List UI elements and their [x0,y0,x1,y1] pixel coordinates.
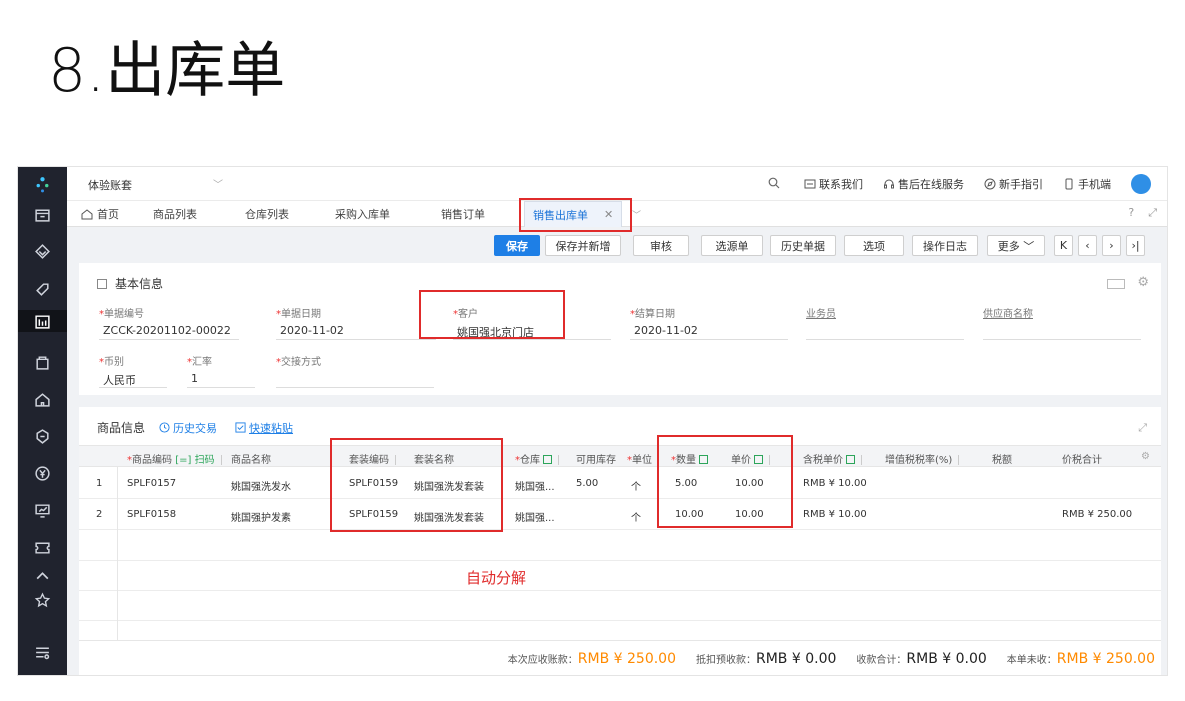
help-icon[interactable]: ? [1128,206,1134,220]
next-page-button[interactable]: › [1102,235,1121,256]
th-tax: 税额 [992,455,1012,466]
receivable-summary: 本次应收账款： RMB ¥ 250.00 [507,651,676,667]
slide-title: 8.出库单 [48,36,286,106]
chevron-down-icon[interactable]: ﹀ [213,176,223,191]
check-box-icon [235,422,246,433]
th-unit: *单位 [627,455,652,466]
tabs-dropdown-icon[interactable]: ﹀ [632,208,641,221]
operation-log-button[interactable]: 操作日志 [912,235,978,256]
bag-icon[interactable] [18,351,67,373]
search-icon[interactable] [768,177,780,192]
supplier-field[interactable]: 供应商名称 [983,305,1141,340]
basic-info-title[interactable]: 基本信息 [97,275,163,292]
goods-info-title: 商品信息 [97,421,146,435]
home-icon[interactable] [18,388,67,410]
th-set-code: 套装编码 [349,451,396,466]
app-window: 体验账套 ﹀ 联系我们 售后在线服务 新手指引 手机端 首页 商品列表 仓库列表… [17,166,1168,676]
mobile-link[interactable]: 手机端 [1063,176,1111,192]
settle-date-field[interactable]: *结算日期 2020-11-02 [630,305,788,340]
th-name: 商品名称 [231,455,271,466]
tab-purchase-in[interactable]: 采购入库单 [335,201,390,227]
th-warehouse: *仓库 [515,451,559,466]
diamond-icon[interactable] [18,240,67,262]
first-page-button[interactable]: K [1054,235,1073,256]
more-button[interactable]: 更多 ﹀ [987,235,1045,256]
th-price: 单价 [731,451,770,466]
table-row[interactable]: 2 SPLF0158 姚国强护发素 SPLF0159 姚国强洗发套装 姚国强..… [79,499,1161,530]
store-icon[interactable] [18,203,67,225]
chevron-up-icon[interactable] [18,565,67,587]
quick-paste-link[interactable]: 快速粘贴 [235,420,293,436]
currency-field[interactable]: *币别 人民币 [99,353,167,388]
history-docs-button[interactable]: 历史单据 [770,235,836,256]
badge-icon[interactable] [18,425,67,447]
scan-icon[interactable]: [=] [175,455,191,466]
toolbar: 保存 保存并新增 审核 选源单 历史单据 选项 操作日志 更多 ﹀ K ‹ › … [67,227,1167,263]
audit-button[interactable]: 审核 [633,235,689,256]
tab-sales-order[interactable]: 销售订单 [441,201,485,227]
basic-info-card: 基本信息 ⚙ *单据编号 ZCCK-20201102-00022 *单据日期 2… [79,263,1161,395]
options-button[interactable]: 选项 [844,235,904,256]
received-summary: 收款合计： RMB ¥ 0.00 [856,651,987,667]
tab-warehouse-list[interactable]: 仓库列表 [245,201,289,227]
history-trade-link[interactable]: 历史交易 [159,420,217,436]
customer-field[interactable]: *客户 姚国强北京门店 [453,305,611,340]
table-row[interactable]: 1 SPLF0157 姚国强洗发水 SPLF0159 姚国强洗发套装 姚国强..… [79,468,1161,499]
account-selector[interactable]: 体验账套 [88,177,132,193]
select-source-button[interactable]: 选源单 [701,235,763,256]
guide-link[interactable]: 新手指引 [984,176,1043,192]
annotation-label: 自动分解 [466,569,527,587]
th-tax-price: 含税单价 [803,451,862,466]
ticket-icon[interactable] [18,536,67,558]
summary-bar: 本次应收账款： RMB ¥ 250.00 抵扣预收款： RMB ¥ 0.00 收款合… [79,640,1161,675]
home-icon [81,209,93,220]
tag-icon[interactable] [18,278,67,300]
tab-bar: 首页 商品列表 仓库列表 采购入库单 销售订单 销售出库单 ✕ ﹀ ? ⤢ [67,201,1167,227]
prepaid-summary: 抵扣预收款： RMB ¥ 0.00 [696,651,837,667]
tab-sales-out[interactable]: 销售出库单 ✕ [524,201,623,227]
unpaid-summary: 本单未收： RMB ¥ 250.00 [1006,651,1155,667]
yen-icon[interactable] [18,462,67,484]
goods-table-header: *商品编码 [=] 扫码 商品名称 套装编码 套装名称 *仓库 可用库存 *单位… [79,445,1161,467]
rate-field[interactable]: *汇率 1 [187,353,255,388]
avatar[interactable] [1131,174,1151,194]
doc-no-field[interactable]: *单据编号 ZCCK-20201102-00022 [99,305,239,340]
th-code[interactable]: *商品编码 [=] 扫码 [127,451,222,466]
close-icon[interactable]: ✕ [604,208,613,221]
expand-icon[interactable]: ⤢ [1138,421,1147,435]
warehouse-icon[interactable] [18,310,67,332]
prev-page-button[interactable]: ‹ [1078,235,1097,256]
th-total: 价税合计 [1062,455,1102,466]
gear-icon[interactable]: ⚙ [1137,275,1149,290]
delivery-method-field[interactable]: *交接方式 [276,353,434,388]
doc-date-field[interactable]: *单据日期 2020-11-02 [276,305,436,340]
last-page-button[interactable]: ›| [1126,235,1145,256]
keyboard-icon[interactable] [1107,279,1125,289]
salesman-field[interactable]: 业务员 [806,305,964,340]
collapse-icon[interactable] [97,278,107,289]
support-link[interactable]: 售后在线服务 [883,176,964,192]
logo-icon[interactable] [18,173,67,195]
tab-home[interactable]: 首页 [81,201,119,227]
save-button[interactable]: 保存 [494,235,540,256]
th-set-name: 套装名称 [414,455,454,466]
sidebar [18,167,67,675]
star-icon[interactable] [18,589,67,611]
menu-settings-icon[interactable] [18,641,67,663]
column-settings-icon[interactable]: ⚙ [1141,451,1150,462]
report-icon[interactable] [18,499,67,521]
clock-icon [159,422,170,433]
contact-us-link[interactable]: 联系我们 [804,176,863,192]
tab-product-list[interactable]: 商品列表 [153,201,197,227]
top-bar: 体验账套 ﹀ 联系我们 售后在线服务 新手指引 手机端 [67,167,1167,201]
save-and-new-button[interactable]: 保存并新增 [545,235,621,256]
fullscreen-icon[interactable]: ⤢ [1148,206,1157,220]
th-stock: 可用库存 [576,455,616,466]
th-qty: *数量 [671,451,708,466]
th-tax-rate: 增值税税率(%) [885,451,960,466]
goods-info-card: 商品信息 历史交易 快速粘贴 ⤢ *商品编码 [=] 扫码 商品名称 套装编码 … [79,407,1161,675]
